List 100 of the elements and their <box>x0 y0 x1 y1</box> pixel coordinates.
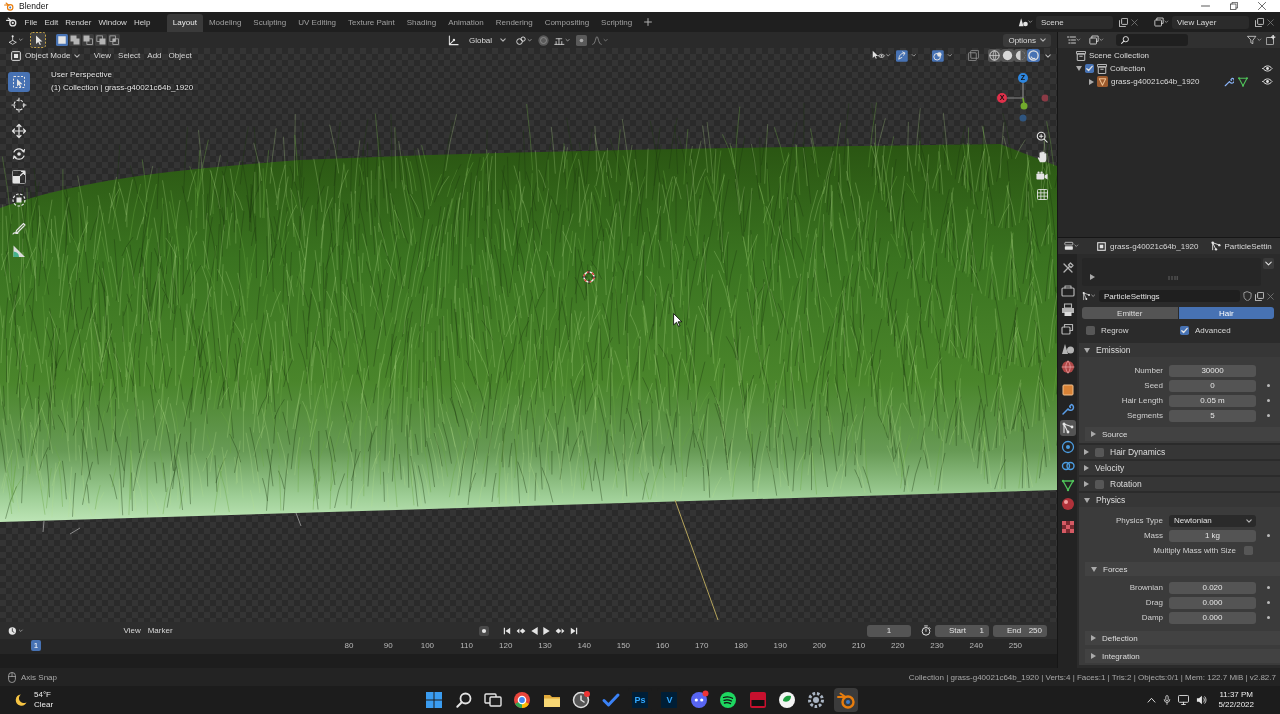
wrench-icon[interactable] <box>1224 76 1234 87</box>
record-icon[interactable] <box>479 625 489 636</box>
panel-header[interactable]: Emission <box>1079 343 1280 357</box>
jump-to-end-icon[interactable] <box>570 626 578 635</box>
dot-icon[interactable] <box>1266 399 1270 402</box>
caret-icon[interactable] <box>1045 53 1051 58</box>
panel-header[interactable]: Hair Dynamics <box>1079 445 1280 459</box>
duplicate-icon[interactable] <box>1119 17 1128 27</box>
type-toggle[interactable]: Hair <box>1178 307 1274 319</box>
expand-arrow-icon[interactable] <box>1091 431 1096 437</box>
triangle-icon[interactable] <box>1238 76 1248 87</box>
eye-icon[interactable] <box>1262 78 1273 85</box>
menu-item[interactable]: Help <box>130 15 154 29</box>
workspace-tab[interactable]: Layout <box>166 14 203 32</box>
panel-header[interactable]: Physics <box>1079 493 1280 507</box>
collapse-arrow-icon[interactable] <box>1076 66 1082 71</box>
overlapping-squares-icon[interactable] <box>82 34 94 46</box>
wireframe-shading-icon[interactable] <box>988 49 1001 62</box>
wrench-icon[interactable] <box>1059 401 1076 417</box>
shield-icon[interactable] <box>1243 291 1252 301</box>
tripod-dropdown-icon[interactable] <box>8 35 24 45</box>
duplicate-icon[interactable] <box>1255 291 1264 301</box>
subpanel-header[interactable]: Integration <box>1085 649 1280 663</box>
eye-icon[interactable] <box>1262 65 1273 72</box>
square-icon[interactable] <box>56 34 68 46</box>
checkbox[interactable] <box>1086 325 1095 335</box>
printer-icon[interactable] <box>1059 302 1076 318</box>
outliner-item[interactable]: Scene Collection <box>1089 51 1150 60</box>
dropdown-field[interactable]: Newtonian <box>1169 514 1256 527</box>
number-field[interactable]: 0.020 <box>1169 581 1256 594</box>
list-dropdown-icon[interactable] <box>1066 35 1081 45</box>
menu-item[interactable]: Add <box>143 49 166 62</box>
menu-item[interactable]: Select <box>114 49 144 62</box>
camera-icon[interactable] <box>1036 171 1048 181</box>
subpanel-header[interactable]: Source <box>1085 427 1280 441</box>
menu-item[interactable]: Object <box>165 49 196 62</box>
dot-icon[interactable] <box>1266 414 1270 417</box>
restore-icon[interactable] <box>1230 2 1238 10</box>
workspace-tab[interactable]: Animation <box>442 14 490 32</box>
expand-arrow-icon[interactable] <box>1084 449 1089 455</box>
curve-dropdown-icon[interactable] <box>592 34 610 46</box>
close-icon[interactable] <box>1267 292 1274 300</box>
play-reverse-icon[interactable] <box>531 626 538 635</box>
panel-header[interactable]: Rotation <box>1079 477 1280 491</box>
blender-logo-icon[interactable] <box>833 688 858 712</box>
scene-name-field[interactable]: Scene <box>1036 15 1113 29</box>
expand-arrow-icon[interactable] <box>1091 635 1096 641</box>
end-frame-field[interactable]: End 250 <box>993 624 1047 637</box>
type-toggle[interactable]: Emitter <box>1082 307 1178 319</box>
globe-icon[interactable] <box>1059 359 1076 375</box>
square-tile-icon[interactable] <box>1059 382 1076 398</box>
number-field[interactable]: 0 <box>1169 379 1256 392</box>
close-icon[interactable] <box>1258 2 1266 10</box>
number-field[interactable]: 30000 <box>1169 364 1256 377</box>
curved-arrow-dropdown-icon[interactable] <box>896 49 918 62</box>
dot-icon[interactable] <box>1266 616 1270 619</box>
checkbox[interactable] <box>1095 447 1104 457</box>
search-field[interactable] <box>1116 34 1188 46</box>
axes-icon[interactable] <box>447 34 459 46</box>
expand-arrow-icon[interactable] <box>1084 465 1089 471</box>
circles-dropdown-icon[interactable] <box>932 49 954 62</box>
menu-item[interactable]: View <box>90 49 115 62</box>
expand-arrow-icon[interactable] <box>1091 653 1096 659</box>
pointer-eye-dropdown-icon[interactable] <box>872 50 891 61</box>
sphere-icon[interactable] <box>1059 496 1076 512</box>
menu-item[interactable]: Window <box>94 15 131 29</box>
workspace-tab[interactable]: Compositing <box>538 14 596 32</box>
mode-dropdown[interactable]: Object Mode <box>7 49 85 62</box>
microphone-icon[interactable] <box>1163 695 1172 705</box>
view-layer-name-field[interactable]: View Layer <box>1172 15 1249 29</box>
chevron-up-icon[interactable] <box>1147 697 1157 703</box>
collapse-arrow-icon[interactable] <box>1084 497 1090 503</box>
menu-item[interactable]: File <box>21 15 41 29</box>
hand-icon[interactable] <box>1036 151 1048 163</box>
workspace-tab[interactable]: Sculpting <box>247 14 293 32</box>
zoom-icon[interactable] <box>1036 131 1048 143</box>
orientation-dropdown[interactable]: Global <box>463 34 512 46</box>
settings-name-field[interactable]: ParticleSettings <box>1099 290 1240 302</box>
menu-item[interactable]: Marker <box>144 624 177 637</box>
menu-item[interactable]: View <box>120 624 145 637</box>
blender-logo-icon[interactable] <box>6 17 17 27</box>
workspace-tab[interactable]: Scripting <box>595 14 639 32</box>
play-icon[interactable] <box>543 626 550 635</box>
collapse-arrow-icon[interactable] <box>1091 566 1097 572</box>
cone-sphere-dropdown-icon[interactable] <box>1018 17 1033 27</box>
dot-tile-icon[interactable] <box>576 34 588 46</box>
clock-date[interactable]: 5/22/2022 <box>1218 700 1254 710</box>
plus-icon[interactable] <box>644 18 653 26</box>
workspace-tab[interactable]: Rendering <box>489 14 539 32</box>
expand-arrow-icon[interactable] <box>1084 481 1089 487</box>
stopwatch-icon[interactable] <box>921 625 931 636</box>
outliner-item[interactable]: Collection <box>1110 64 1146 73</box>
menu-item[interactable]: Render <box>61 15 95 29</box>
triangle-icon[interactable] <box>1059 477 1076 493</box>
stacked-images-dropdown-icon[interactable] <box>1089 35 1104 45</box>
box-plus-icon[interactable] <box>1266 35 1276 45</box>
number-field[interactable]: 0.000 <box>1169 596 1256 609</box>
workspace-tab[interactable]: Texture Paint <box>342 14 401 32</box>
menu-item[interactable]: Edit <box>40 15 62 29</box>
overlapping-squares-icon[interactable] <box>968 50 979 61</box>
